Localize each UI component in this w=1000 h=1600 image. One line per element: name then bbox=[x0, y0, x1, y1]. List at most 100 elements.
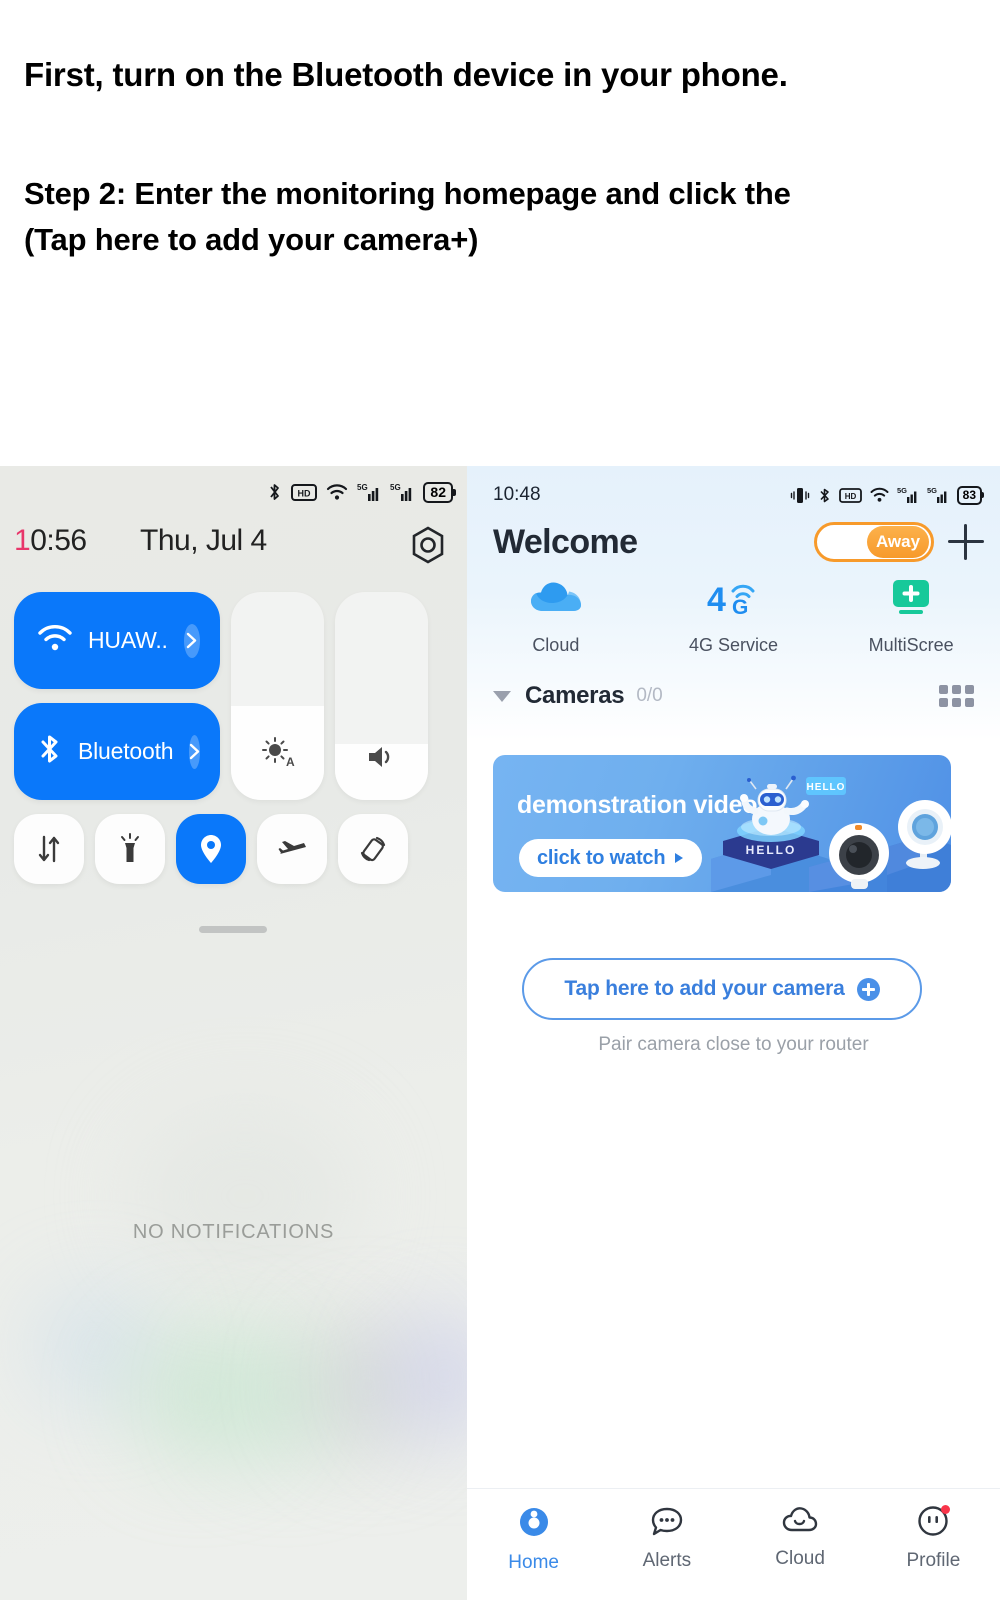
service-4g[interactable]: 4 G 4G Service bbox=[645, 578, 823, 656]
away-mode-toggle[interactable]: Away bbox=[814, 522, 934, 562]
drag-handle[interactable] bbox=[199, 926, 267, 933]
bluetooth-icon bbox=[267, 482, 282, 502]
grid-view-icon[interactable] bbox=[939, 685, 974, 707]
demonstration-video-banner[interactable]: demonstration video click to watch HELLO… bbox=[493, 755, 951, 892]
flashlight-toggle[interactable] bbox=[95, 814, 165, 884]
wifi-icon bbox=[326, 483, 348, 501]
add-camera-button[interactable]: Tap here to add your camera bbox=[522, 958, 922, 1020]
location-toggle[interactable] bbox=[176, 814, 246, 884]
battery-indicator: 83 bbox=[956, 485, 985, 505]
service-shortcuts: Cloud 4 G 4G Service MultiScree bbox=[467, 578, 1000, 656]
svg-text:HD: HD bbox=[844, 492, 856, 501]
5g-signal-icon: 5G bbox=[927, 486, 949, 504]
play-arrow-icon bbox=[674, 847, 684, 870]
cameras-section-header: Cameras 0/0 bbox=[493, 682, 974, 710]
cloud-outline-icon bbox=[782, 1505, 818, 1540]
cameras-count: 0/0 bbox=[636, 685, 663, 706]
right-status-bar: 10:48 HD 5G 5G 83 bbox=[467, 482, 1000, 508]
nav-label: Cloud bbox=[775, 1548, 825, 1569]
pair-camera-hint: Pair camera close to your router bbox=[598, 1034, 869, 1055]
svg-text:G: G bbox=[732, 596, 748, 618]
5g-signal-icon: 5G bbox=[390, 482, 414, 502]
nav-item-cloud[interactable]: Cloud bbox=[734, 1505, 867, 1570]
banner-illustration: HELLO HELLO bbox=[701, 755, 951, 892]
auto-rotate-toggle[interactable] bbox=[338, 814, 408, 884]
svg-text:A: A bbox=[286, 755, 295, 769]
service-label: MultiScree bbox=[868, 635, 954, 655]
away-toggle-label: Away bbox=[867, 526, 929, 558]
wifi-icon bbox=[38, 624, 72, 657]
airplane-mode-toggle[interactable] bbox=[257, 814, 327, 884]
svg-text:5G: 5G bbox=[927, 486, 937, 495]
watch-button-label: click to watch bbox=[537, 846, 666, 869]
page-root: First, turn on the Bluetooth device in y… bbox=[0, 0, 1000, 1600]
settings-hex-icon[interactable] bbox=[411, 526, 445, 569]
service-label: Cloud bbox=[532, 635, 580, 655]
4g-service-icon: 4 G bbox=[705, 578, 763, 623]
instruction-line-3: (Tap here to add your camera+) bbox=[24, 222, 479, 257]
bluetooth-icon bbox=[38, 733, 62, 770]
plus-circle-icon bbox=[856, 977, 880, 1001]
service-multiscreen[interactable]: MultiScree bbox=[822, 578, 1000, 656]
click-to-watch-button[interactable]: click to watch bbox=[519, 839, 703, 877]
cloud-icon bbox=[528, 578, 584, 623]
service-cloud[interactable]: Cloud bbox=[467, 578, 645, 656]
home-lens-icon bbox=[517, 1505, 551, 1544]
left-status-bar: HD 5G 5G 82 bbox=[0, 474, 467, 510]
nav-label: Alerts bbox=[642, 1550, 692, 1571]
control-center-grid: HUAW.. Bluetooth A bbox=[14, 592, 454, 884]
vibrate-icon bbox=[790, 487, 810, 504]
left-clock-row: 10:56 Thu, Jul 4 bbox=[0, 524, 467, 574]
brightness-auto-icon: A bbox=[231, 736, 324, 770]
bluetooth-toggle[interactable]: Bluetooth bbox=[14, 703, 220, 800]
brightness-slider[interactable]: A bbox=[231, 592, 324, 800]
app-header: Welcome Away bbox=[467, 514, 1000, 570]
status-icons: HD 5G 5G 83 bbox=[790, 485, 985, 505]
instruction-line-1: First, turn on the Bluetooth device in y… bbox=[24, 56, 788, 93]
wifi-icon bbox=[870, 487, 889, 503]
svg-text:5G: 5G bbox=[357, 483, 368, 492]
background-blur-blob bbox=[130, 1106, 360, 1286]
nav-item-home[interactable]: Home bbox=[467, 1505, 600, 1574]
nav-label: Profile bbox=[906, 1550, 961, 1571]
chevron-right-icon[interactable] bbox=[183, 623, 200, 658]
lock-screen-time: 10:56 bbox=[14, 524, 87, 558]
hd-icon: HD bbox=[291, 483, 318, 501]
hd-icon: HD bbox=[838, 487, 862, 503]
add-camera-label: Tap here to add your camera bbox=[564, 977, 845, 1000]
volume-slider[interactable] bbox=[335, 592, 428, 800]
page-title: Welcome bbox=[493, 522, 638, 561]
5g-signal-icon: 5G bbox=[357, 482, 381, 502]
wifi-ssid-label: HUAW.. bbox=[88, 627, 168, 653]
left-phone-control-center: HD 5G 5G 82 10:56 Thu, Jul 4 HUAW.. Blue… bbox=[0, 466, 467, 1600]
bottom-navigation: Home Alerts Cloud Profile bbox=[467, 1488, 1000, 1600]
triangle-down-icon[interactable] bbox=[493, 690, 511, 702]
time-rest: 0:56 bbox=[30, 524, 87, 557]
instructions-block: First, turn on the Bluetooth device in y… bbox=[0, 0, 1000, 466]
mobile-data-toggle[interactable] bbox=[14, 814, 84, 884]
lock-screen-date: Thu, Jul 4 bbox=[140, 524, 267, 557]
add-device-button[interactable] bbox=[948, 524, 984, 560]
nav-label: Home bbox=[508, 1552, 559, 1573]
volume-icon bbox=[335, 744, 428, 770]
nav-item-profile[interactable]: Profile bbox=[867, 1505, 1000, 1572]
bluetooth-icon bbox=[818, 487, 831, 504]
svg-text:HD: HD bbox=[298, 488, 311, 498]
svg-text:HELLO: HELLO bbox=[807, 782, 846, 793]
right-phone-camera-app: 10:48 HD 5G 5G 83 Welcome Away Cloud 4 G… bbox=[467, 466, 1000, 1600]
phone-screenshots: HD 5G 5G 82 10:56 Thu, Jul 4 HUAW.. Blue… bbox=[0, 466, 1000, 1600]
control-center-top-row: HUAW.. Bluetooth A bbox=[14, 592, 454, 800]
no-notifications-label: NO NOTIFICATIONS bbox=[132, 1221, 335, 1243]
svg-text:HELLO: HELLO bbox=[746, 843, 797, 857]
svg-text:4: 4 bbox=[707, 581, 726, 618]
chevron-right-icon[interactable] bbox=[189, 734, 201, 769]
nav-item-alerts[interactable]: Alerts bbox=[600, 1505, 733, 1572]
connectivity-column: HUAW.. Bluetooth bbox=[14, 592, 220, 800]
profile-face-icon bbox=[917, 1505, 951, 1542]
status-time: 10:48 bbox=[493, 484, 541, 505]
instruction-line-2: Step 2: Enter the monitoring homepage an… bbox=[24, 176, 791, 211]
5g-signal-icon: 5G bbox=[897, 486, 919, 504]
chat-bubble-icon bbox=[650, 1505, 684, 1542]
wifi-toggle[interactable]: HUAW.. bbox=[14, 592, 220, 689]
time-highlight: 1 bbox=[14, 524, 31, 557]
